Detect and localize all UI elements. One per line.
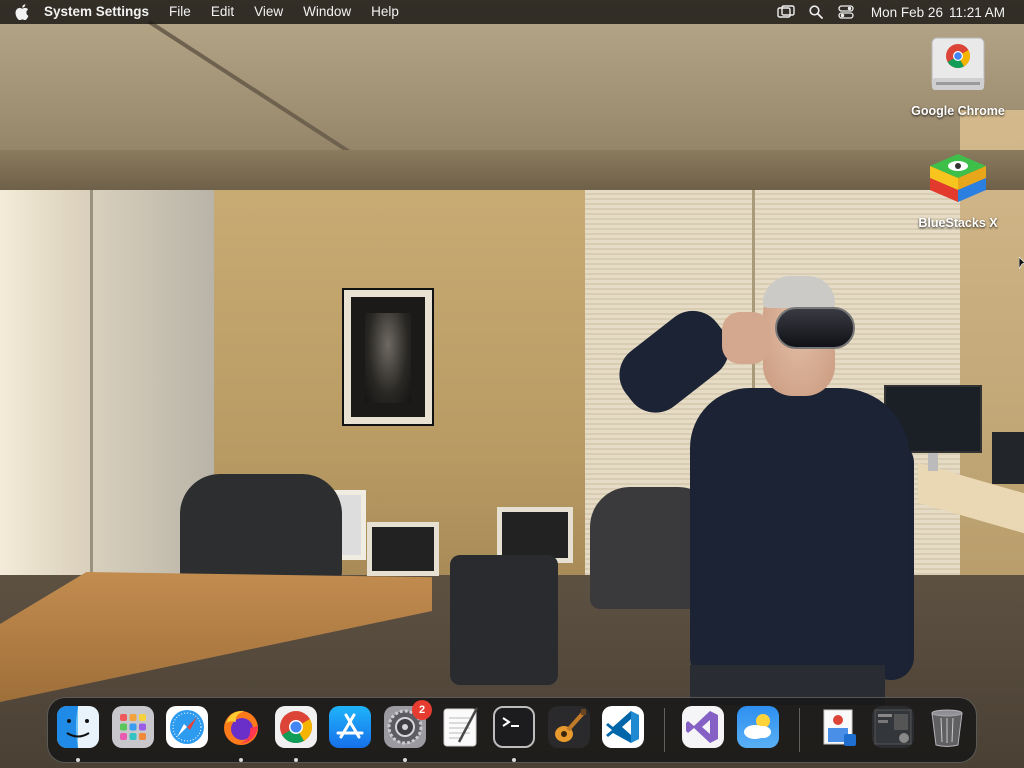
dock-app-store[interactable]: [327, 706, 373, 752]
garageband-icon: [548, 706, 590, 748]
menu-edit[interactable]: Edit: [201, 0, 244, 24]
textedit-icon: [439, 706, 481, 748]
desktop-icon-bluestacks[interactable]: BlueStacks X: [906, 146, 1010, 230]
wallpaper-person-torso: [690, 388, 910, 678]
dock-firefox[interactable]: [218, 706, 264, 762]
screen-mirroring-icon[interactable]: [771, 0, 801, 24]
screenshots-stack-icon: [872, 706, 914, 748]
app-store-icon: [329, 706, 371, 748]
bluestacks-icon: [924, 146, 992, 214]
wallpaper-frame: [367, 522, 439, 576]
running-indicator: [76, 758, 80, 762]
dock: 2: [47, 697, 977, 763]
dock-launchpad[interactable]: [110, 706, 156, 752]
menu-bar: System Settings File Edit View Window He…: [0, 0, 1024, 24]
dock-separator: [799, 708, 800, 752]
control-center-icon[interactable]: [831, 0, 861, 24]
dock-system-settings[interactable]: 2: [382, 700, 432, 762]
dock-trash[interactable]: [924, 706, 970, 752]
menu-view[interactable]: View: [244, 0, 293, 24]
chrome-drive-icon: [924, 34, 992, 102]
dock-finder[interactable]: [55, 706, 101, 762]
mouse-cursor-icon: [1018, 256, 1024, 271]
dock-garageband[interactable]: [546, 706, 592, 752]
wallpaper-person-hand: [722, 312, 770, 364]
wallpaper-framed-portrait: [342, 288, 434, 426]
finder-icon: [57, 706, 99, 748]
wallpaper-chair: [450, 555, 558, 685]
desktop-icon-label: BlueStacks X: [918, 216, 998, 230]
menu-app-name[interactable]: System Settings: [36, 0, 159, 24]
dock-downloads-stack[interactable]: [816, 706, 862, 752]
wallpaper-person-hair: [763, 276, 835, 308]
safari-icon: [166, 706, 208, 748]
visual-studio-icon: [682, 706, 724, 748]
downloads-stack-icon: [818, 706, 860, 748]
wallpaper-window-frame: [90, 190, 93, 590]
menu-file[interactable]: File: [159, 0, 201, 24]
dock-terminal[interactable]: [491, 706, 537, 762]
menu-window[interactable]: Window: [293, 0, 361, 24]
wallpaper-soffit: [0, 150, 1024, 190]
notification-badge: 2: [412, 700, 432, 720]
wallpaper-chair: [180, 474, 342, 582]
clock-date: Mon Feb 26: [870, 4, 943, 20]
wallpaper-monitor-stand: [928, 453, 938, 471]
launchpad-icon: [112, 706, 154, 748]
firefox-icon: [220, 706, 262, 748]
wallpaper-headset: [775, 307, 855, 349]
dock-weather[interactable]: [735, 706, 781, 752]
running-indicator: [512, 758, 516, 762]
wallpaper-laptop: [992, 432, 1024, 484]
terminal-icon: [493, 706, 535, 748]
vscode-icon: [602, 706, 644, 748]
dock-google-chrome[interactable]: [273, 706, 319, 762]
running-indicator: [403, 758, 407, 762]
dock-visual-studio[interactable]: [680, 706, 726, 752]
clock-time: 11:21 AM: [948, 4, 1005, 20]
running-indicator: [294, 758, 298, 762]
dock-textedit[interactable]: [437, 706, 483, 752]
apple-menu-icon[interactable]: [0, 0, 36, 24]
weather-icon: [737, 706, 779, 748]
dock-separator: [664, 708, 665, 752]
dock-screenshots-stack[interactable]: [870, 706, 916, 752]
desktop-icon-google-chrome[interactable]: Google Chrome: [906, 34, 1010, 118]
dock-vscode[interactable]: [600, 706, 646, 752]
spotlight-search-icon[interactable]: [801, 0, 831, 24]
menu-help[interactable]: Help: [361, 0, 409, 24]
chrome-icon: [275, 706, 317, 748]
desktop-icon-label: Google Chrome: [911, 104, 1005, 118]
menu-clock[interactable]: Mon Feb 26 11:21 AM: [861, 5, 1005, 20]
dock-safari[interactable]: [164, 706, 210, 752]
trash-icon: [926, 706, 968, 748]
desktop-wallpaper: [0, 0, 1024, 768]
running-indicator: [239, 758, 243, 762]
